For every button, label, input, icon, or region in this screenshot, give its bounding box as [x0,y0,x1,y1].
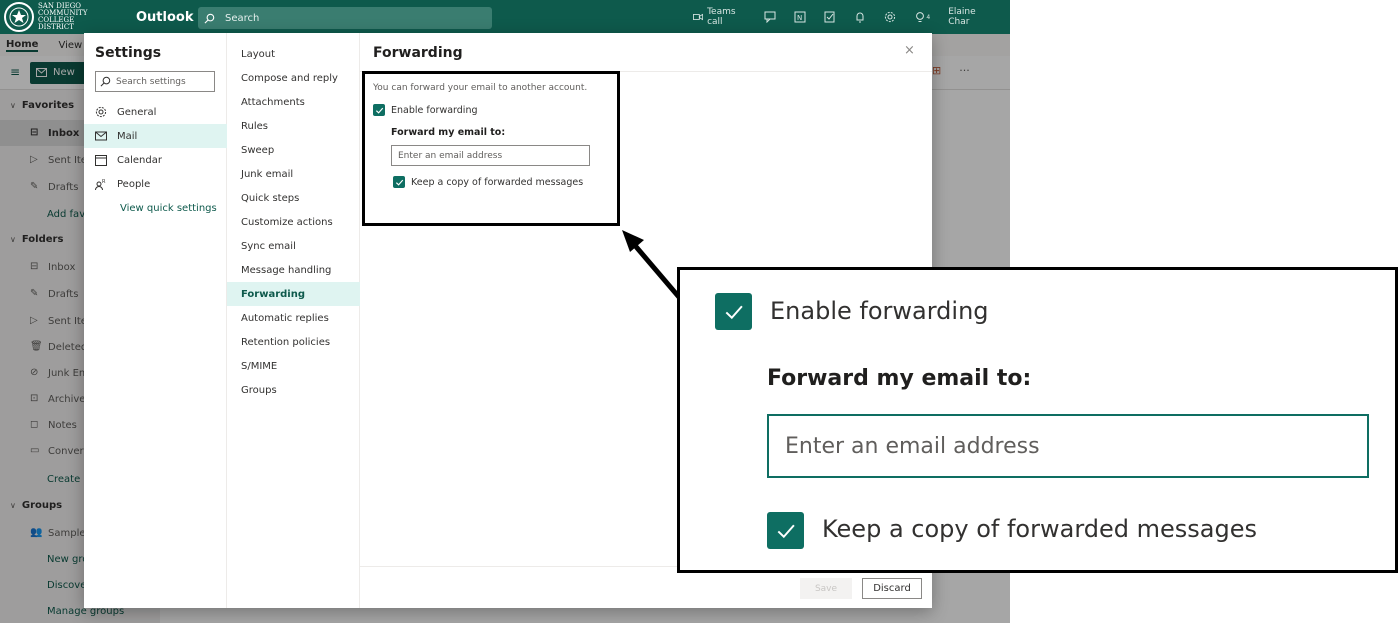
checkmark-icon [725,305,743,319]
zoom-keep-copy-checkbox [767,512,804,549]
zoom-keep-copy-label: Keep a copy of forwarded messages [822,515,1257,543]
zoom-email-input: Enter an email address [767,414,1369,478]
zoom-forward-to-label: Forward my email to: [767,366,1032,391]
zoom-email-placeholder: Enter an email address [785,433,1040,459]
zoom-enable-checkbox [715,293,752,330]
zoom-callout: Enable forwarding Forward my email to: E… [677,267,1398,573]
screenshot-stage: SAN DIEGO COMMUNITY COLLEGE DISTRICT Out… [0,0,1398,623]
zoom-enable-label: Enable forwarding [770,297,989,325]
checkmark-icon [777,524,795,538]
